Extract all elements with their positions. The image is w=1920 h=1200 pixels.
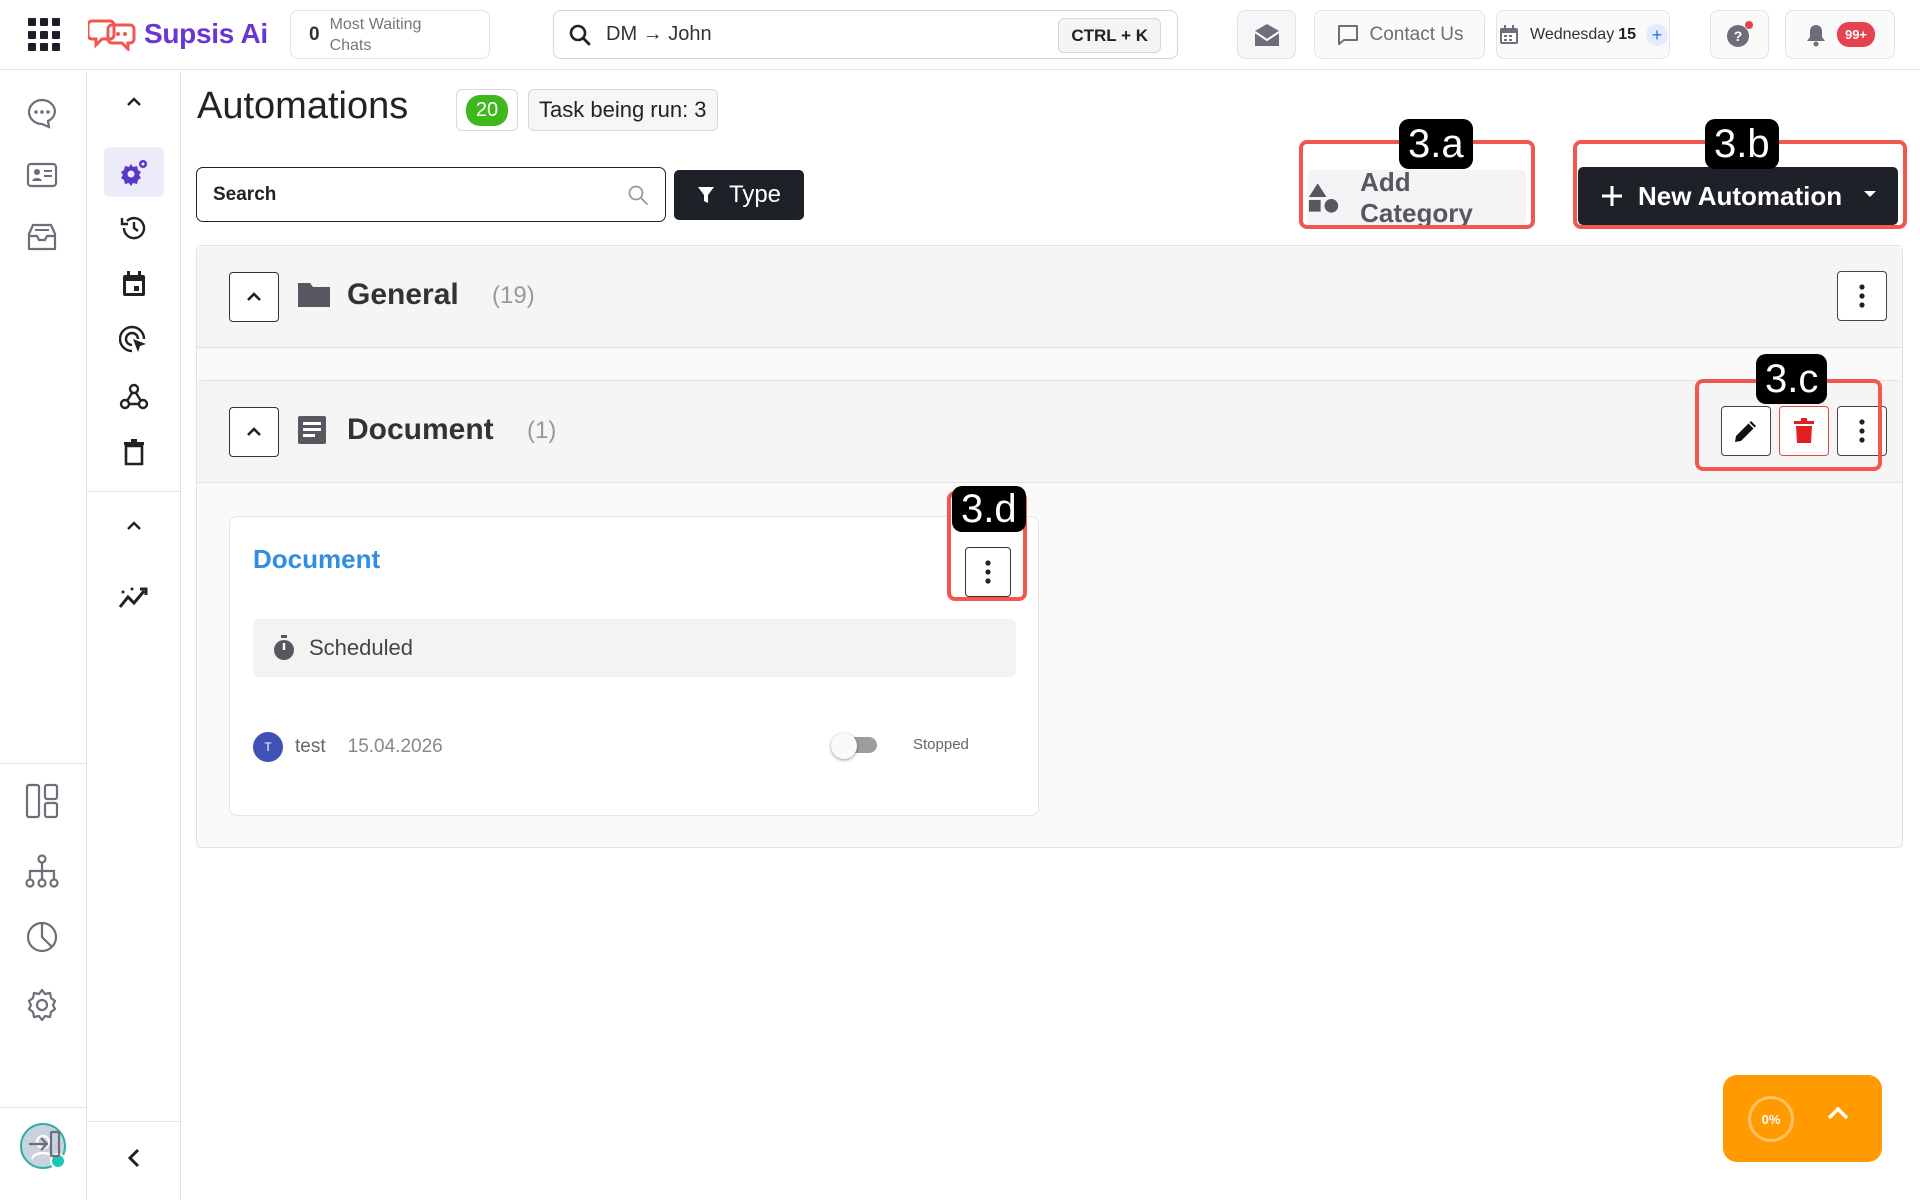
mail-icon xyxy=(1253,23,1280,46)
automation-state-label: Stopped xyxy=(913,736,969,753)
global-search[interactable]: CTRL + K xyxy=(553,10,1178,59)
hierarchy-icon[interactable] xyxy=(22,851,62,891)
callout-tag-3d: 3.d xyxy=(952,486,1026,532)
history-icon[interactable] xyxy=(104,203,164,253)
category-name: General xyxy=(347,278,459,311)
stopwatch-icon xyxy=(274,635,294,660)
app-logo[interactable]: Supsis Ai xyxy=(88,14,268,54)
contact-us-label: Contact Us xyxy=(1369,23,1464,45)
folder-icon xyxy=(298,283,330,307)
logout-icon[interactable] xyxy=(24,1124,64,1164)
page-title: Automations xyxy=(197,85,409,127)
date-weekday: Wednesday xyxy=(1530,25,1615,43)
calendar-icon xyxy=(1500,24,1518,44)
search-icon xyxy=(569,24,591,45)
creator-avatar: T xyxy=(253,732,283,762)
progress-percent: 0% xyxy=(1761,1111,1781,1127)
automation-toggle[interactable] xyxy=(831,733,881,759)
rail-divider xyxy=(0,763,87,764)
primary-sidebar xyxy=(0,71,87,1200)
notifications-button[interactable]: 99+ xyxy=(1785,10,1895,59)
secondary-sidebar xyxy=(87,71,181,1200)
main-content: Automations 20 Task being run: 3 Type Ad… xyxy=(181,71,1920,1200)
filter-icon xyxy=(697,187,714,203)
analytics-icon[interactable] xyxy=(104,573,164,623)
webhook-icon[interactable] xyxy=(104,371,164,421)
reports-icon[interactable] xyxy=(22,917,62,957)
category-menu-button[interactable] xyxy=(1837,271,1887,321)
notifications-badge: 99+ xyxy=(1836,22,1876,47)
automation-trigger-label: Scheduled xyxy=(309,635,413,660)
bell-icon xyxy=(1806,24,1825,46)
svg-text:?: ? xyxy=(1733,28,1742,44)
creator-name: test xyxy=(295,736,326,757)
waiting-label: Most Waiting Chats xyxy=(329,15,422,54)
contacts-icon[interactable] xyxy=(22,155,62,195)
automation-footer: T test 15.04.2026 Stopped xyxy=(253,729,1016,765)
chevron-up-icon xyxy=(247,427,261,436)
app-name: Supsis Ai xyxy=(144,18,268,49)
category-header: Document (1) xyxy=(197,381,1902,483)
automation-search[interactable] xyxy=(196,167,666,222)
rail-divider xyxy=(0,1107,87,1108)
apps-grid-icon[interactable] xyxy=(28,18,62,52)
more-vertical-icon xyxy=(1859,284,1865,308)
document-icon xyxy=(298,416,326,444)
calendar-icon[interactable] xyxy=(104,259,164,309)
progress-ring: 0% xyxy=(1748,1096,1794,1142)
collapse-category-button[interactable] xyxy=(229,407,279,457)
type-filter-label: Type xyxy=(728,181,782,208)
created-date: 15.04.2026 xyxy=(347,736,443,757)
category-header: General (19) xyxy=(197,246,1902,348)
most-waiting-chats[interactable]: 0 Most Waiting Chats xyxy=(290,10,490,59)
date-widget[interactable]: Wednesday 15 + xyxy=(1496,10,1670,59)
message-icon xyxy=(1337,24,1358,45)
rail-divider xyxy=(87,491,181,492)
mail-button[interactable] xyxy=(1237,10,1296,59)
date-day: 15 xyxy=(1618,25,1636,43)
search-shortcut: CTRL + K xyxy=(1058,18,1161,53)
waiting-count: 0 xyxy=(309,23,320,45)
progress-widget[interactable]: 0% xyxy=(1723,1075,1882,1162)
automation-gear-icon[interactable] xyxy=(104,147,164,197)
trash-icon[interactable] xyxy=(104,427,164,477)
category-count: (1) xyxy=(527,417,557,444)
automation-trigger: Scheduled xyxy=(253,619,1016,677)
chat-icon[interactable] xyxy=(22,93,62,133)
automation-count: 20 xyxy=(465,94,509,126)
task-running-badge: Task being run: 3 xyxy=(528,89,718,131)
chevron-up-icon[interactable] xyxy=(1826,1105,1850,1121)
settings-icon[interactable] xyxy=(22,985,62,1025)
help-icon: ? xyxy=(1726,20,1753,47)
click-target-icon[interactable] xyxy=(104,315,164,365)
top-bar: Supsis Ai 0 Most Waiting Chats CTRL + K … xyxy=(0,0,1920,70)
collapse-sidebar-icon[interactable] xyxy=(104,1133,164,1183)
callout-tag-3a: 3.a xyxy=(1399,119,1473,169)
help-button[interactable]: ? xyxy=(1710,10,1769,59)
automation-count-badge: 20 xyxy=(456,89,518,131)
toggle-knob xyxy=(831,733,857,759)
search-icon xyxy=(628,185,648,205)
chevron-up-icon xyxy=(247,292,261,301)
contact-us-button[interactable]: Contact Us xyxy=(1314,10,1485,59)
callout-tag-3b: 3.b xyxy=(1705,119,1779,169)
add-event-icon[interactable]: + xyxy=(1646,23,1668,46)
callout-tag-3c: 3.c xyxy=(1756,354,1828,404)
global-search-input[interactable] xyxy=(606,23,1046,46)
automation-search-input[interactable] xyxy=(213,183,627,206)
inbox-icon[interactable] xyxy=(22,217,62,257)
logo-icon xyxy=(88,19,136,51)
category-count: (19) xyxy=(492,282,535,309)
type-filter-button[interactable]: Type xyxy=(674,170,804,220)
collapse-up-icon[interactable] xyxy=(104,501,164,551)
rail-divider xyxy=(87,1121,181,1122)
automation-card[interactable]: Document Scheduled T test 15.04.2026 Sto… xyxy=(229,516,1039,816)
collapse-category-button[interactable] xyxy=(229,272,279,322)
automation-title[interactable]: Document xyxy=(253,544,380,575)
collapse-up-icon[interactable] xyxy=(104,77,164,127)
category-name: Document xyxy=(347,413,494,446)
dashboard-icon[interactable] xyxy=(22,781,62,821)
